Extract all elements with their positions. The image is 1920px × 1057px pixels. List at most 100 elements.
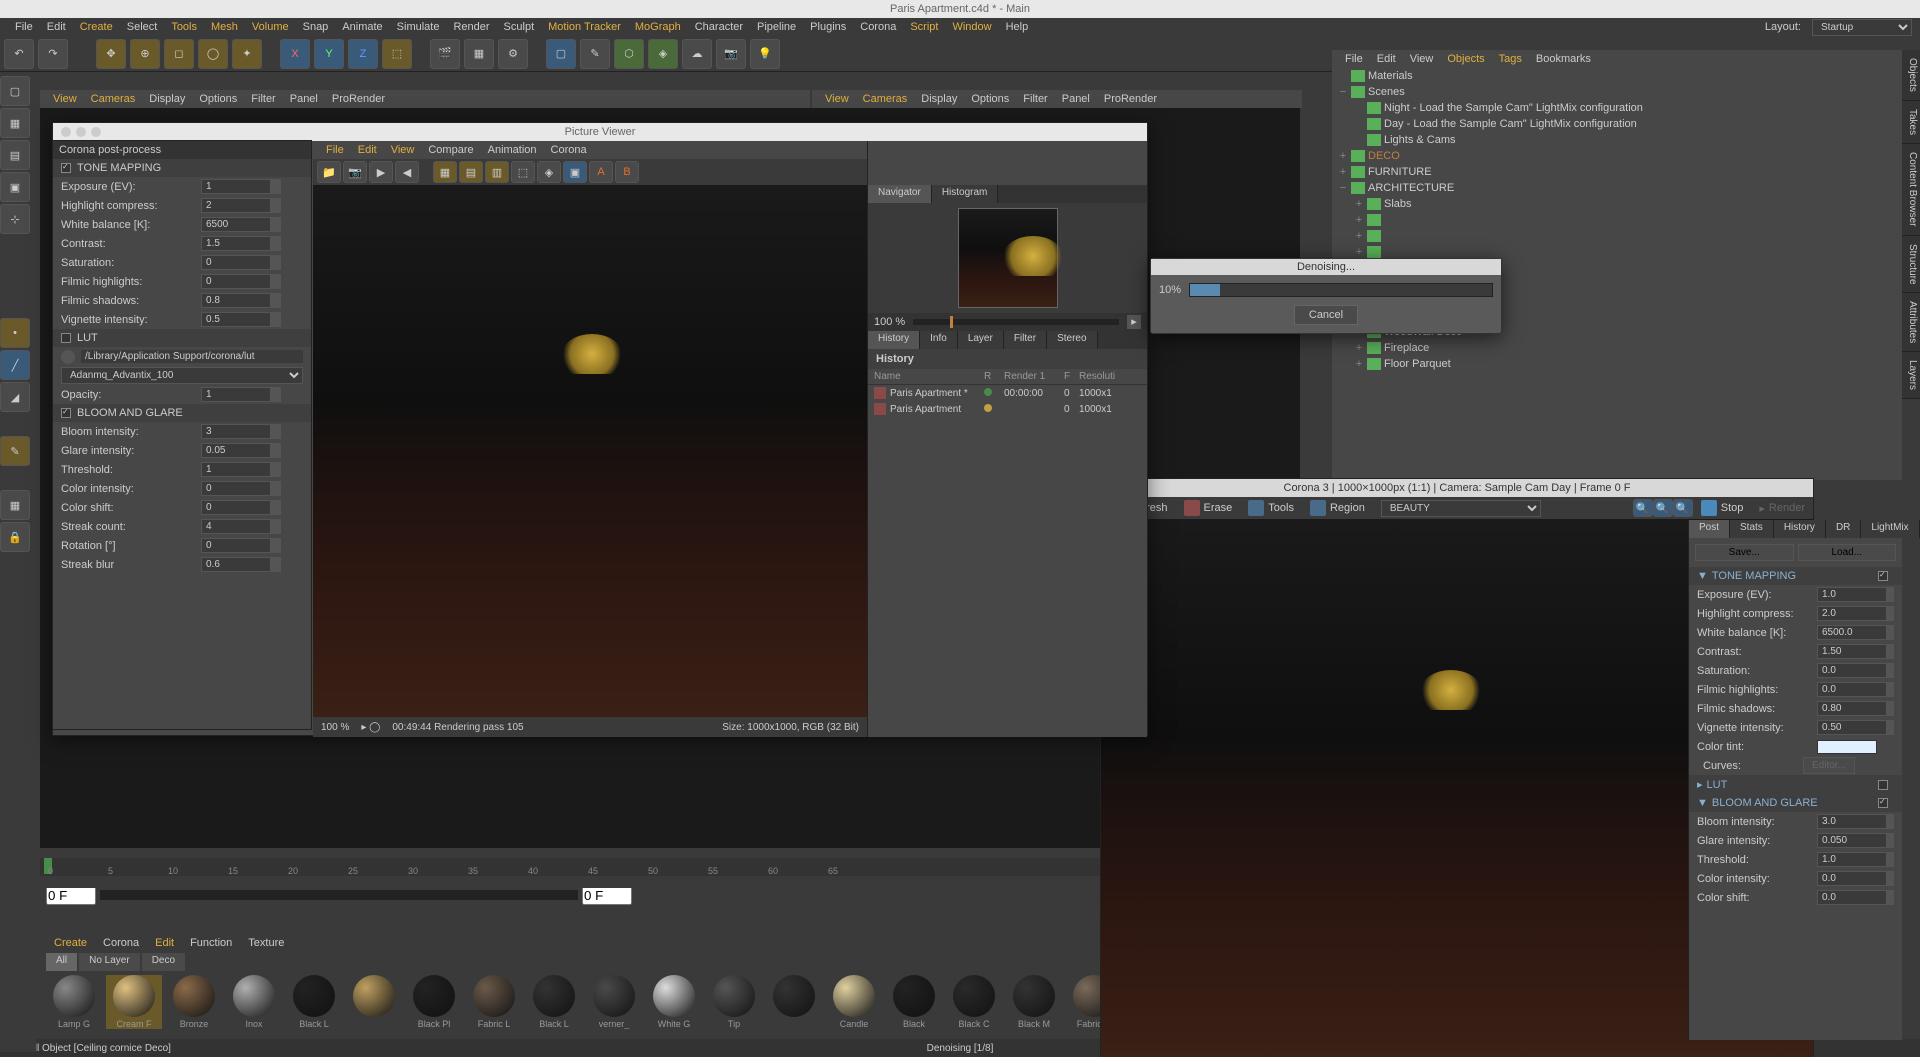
material-swatch[interactable]: Black C xyxy=(946,975,1002,1029)
mat-filter-deco[interactable]: Deco xyxy=(142,953,185,971)
render-view[interactable]: 🎬 xyxy=(430,39,460,69)
prop-input[interactable] xyxy=(201,538,271,553)
spinner-icon[interactable] xyxy=(271,481,281,496)
tab-filter[interactable]: Filter xyxy=(1004,331,1047,349)
layout-select[interactable]: Startup xyxy=(1812,19,1912,36)
prop-input[interactable] xyxy=(1817,587,1887,602)
generator-button[interactable]: ⬡ xyxy=(614,39,644,69)
minimize-icon[interactable] xyxy=(76,127,86,137)
pv-menu-file[interactable]: File xyxy=(319,144,351,156)
tree-item[interactable]: Night - Load the Sample Cam" LightMix co… xyxy=(1332,100,1902,116)
spinner-icon[interactable] xyxy=(1887,720,1894,735)
view-menu-options[interactable]: Options xyxy=(192,93,244,105)
tree-item[interactable]: +Fireplace xyxy=(1332,340,1902,356)
dock-tab-objects[interactable]: Objects xyxy=(1902,50,1920,101)
point-mode[interactable]: • xyxy=(0,318,30,348)
obj-menu-tags[interactable]: Tags xyxy=(1492,53,1529,65)
pv-tool-1[interactable]: 📁 xyxy=(317,161,341,183)
pv-tool-4[interactable]: ◀ xyxy=(395,161,419,183)
tab-lightmix[interactable]: LightMix xyxy=(1861,520,1919,538)
spinner-icon[interactable] xyxy=(1887,663,1894,678)
menu-render[interactable]: Render xyxy=(446,21,496,33)
prop-input[interactable] xyxy=(201,179,271,194)
view-menu-display[interactable]: Display xyxy=(142,93,192,105)
select-tool[interactable]: ✥ xyxy=(96,39,126,69)
view-menu-panel[interactable]: Panel xyxy=(1055,93,1097,105)
tab-stereo[interactable]: Stereo xyxy=(1047,331,1097,349)
prop-input[interactable] xyxy=(201,293,271,308)
prop-input[interactable] xyxy=(1817,852,1887,867)
menu-script[interactable]: Script xyxy=(903,21,945,33)
prop-input[interactable] xyxy=(1817,814,1887,829)
prop-input[interactable] xyxy=(201,255,271,270)
spinner-icon[interactable] xyxy=(271,538,281,553)
tweak-mode[interactable]: ✎ xyxy=(0,436,30,466)
undo-button[interactable]: ↶ xyxy=(4,39,34,69)
material-swatch[interactable]: White G xyxy=(646,975,702,1029)
mat-filter-all[interactable]: All xyxy=(46,953,77,971)
tree-item[interactable]: +DECO xyxy=(1332,148,1902,164)
spinner-icon[interactable] xyxy=(1887,644,1894,659)
material-swatch[interactable] xyxy=(346,975,402,1029)
view-menu-view[interactable]: View xyxy=(818,93,856,105)
erase-button[interactable]: Erase xyxy=(1176,498,1241,518)
vfb-zoom3[interactable]: 🔍 xyxy=(1673,499,1693,517)
prop-input[interactable] xyxy=(201,312,271,327)
prop-input[interactable] xyxy=(1817,720,1887,735)
region-button[interactable]: Region xyxy=(1302,498,1373,518)
pv-menu-edit[interactable]: Edit xyxy=(351,144,384,156)
light-button[interactable]: 💡 xyxy=(750,39,780,69)
tree-item[interactable]: Day - Load the Sample Cam" LightMix conf… xyxy=(1332,116,1902,132)
prop-input[interactable] xyxy=(201,462,271,477)
view-menu-prorender[interactable]: ProRender xyxy=(1097,93,1164,105)
obj-menu-edit[interactable]: Edit xyxy=(1370,53,1403,65)
redo-button[interactable]: ↷ xyxy=(38,39,68,69)
menu-tools[interactable]: Tools xyxy=(164,21,204,33)
view-menu-panel[interactable]: Panel xyxy=(283,93,325,105)
view-menu-filter[interactable]: Filter xyxy=(244,93,282,105)
menu-help[interactable]: Help xyxy=(999,21,1036,33)
material-swatch[interactable]: Inox xyxy=(226,975,282,1029)
snap-toggle[interactable]: ▦ xyxy=(0,490,30,520)
bloom-header[interactable]: BLOOM AND GLARE xyxy=(53,404,311,422)
tools-button[interactable]: Tools xyxy=(1240,498,1302,518)
spinner-icon[interactable] xyxy=(1887,814,1894,829)
spinner-icon[interactable] xyxy=(271,387,281,402)
material-swatch[interactable]: Candle xyxy=(826,975,882,1029)
prop-input[interactable] xyxy=(201,236,271,251)
material-swatch[interactable]: Lamp G xyxy=(46,975,102,1029)
vfb-bloom-header[interactable]: ▼ BLOOM AND GLARE xyxy=(1689,794,1902,812)
primitive-button[interactable]: ▢ xyxy=(546,39,576,69)
spinner-icon[interactable] xyxy=(1887,606,1894,621)
view-menu-cameras[interactable]: Cameras xyxy=(84,93,143,105)
obj-menu-file[interactable]: File xyxy=(1338,53,1370,65)
mat-menu-texture[interactable]: Texture xyxy=(240,937,292,953)
spinner-icon[interactable] xyxy=(271,424,281,439)
frame-cur[interactable] xyxy=(582,886,632,905)
pv-menu-corona[interactable]: Corona xyxy=(544,144,594,156)
editor-button[interactable]: Editor... xyxy=(1803,757,1855,774)
prop-input[interactable] xyxy=(1817,890,1887,905)
spinner-icon[interactable] xyxy=(271,217,281,232)
axis-mode[interactable]: ⊹ xyxy=(0,204,30,234)
mat-menu-create[interactable]: Create xyxy=(46,937,95,953)
menu-create[interactable]: Create xyxy=(73,21,120,33)
spinner-icon[interactable] xyxy=(271,519,281,534)
spinner-icon[interactable] xyxy=(271,255,281,270)
prop-input[interactable] xyxy=(201,274,271,289)
deformer-button[interactable]: ◈ xyxy=(648,39,678,69)
pv-tool-2[interactable]: 📷 xyxy=(343,161,367,183)
menu-pipeline[interactable]: Pipeline xyxy=(750,21,803,33)
menu-mesh[interactable]: Mesh xyxy=(204,21,245,33)
tree-item[interactable]: −ARCHITECTURE xyxy=(1332,180,1902,196)
y-axis-lock[interactable]: Y xyxy=(314,39,344,69)
mat-menu-edit[interactable]: Edit xyxy=(147,937,182,953)
tree-item[interactable]: + xyxy=(1332,228,1902,244)
obj-menu-view[interactable]: View xyxy=(1403,53,1441,65)
material-swatch[interactable]: Black xyxy=(886,975,942,1029)
view-menu-prorender[interactable]: ProRender xyxy=(325,93,392,105)
history-row[interactable]: Paris Apartment01000x1 xyxy=(868,401,1147,417)
dock-tab-structure[interactable]: Structure xyxy=(1902,236,1920,294)
vfb-zoom1[interactable]: 🔍 xyxy=(1633,499,1653,517)
mat-menu-function[interactable]: Function xyxy=(182,937,240,953)
